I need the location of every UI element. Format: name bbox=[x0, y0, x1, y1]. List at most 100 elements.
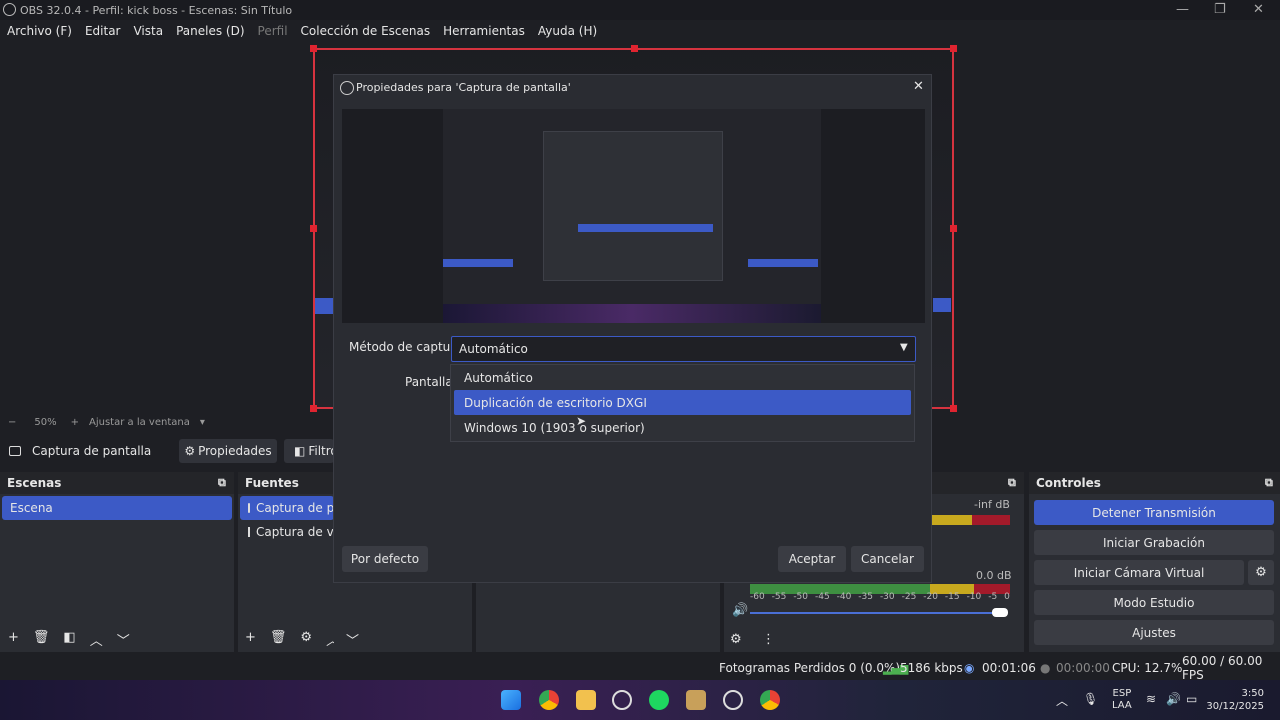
menu-archivo[interactable]: Archivo (F) bbox=[7, 24, 72, 38]
menu-vista[interactable]: Vista bbox=[133, 24, 163, 38]
trash-icon[interactable]: 🗑 bbox=[270, 630, 287, 649]
add-icon[interactable]: + bbox=[245, 630, 256, 649]
start-recording-button[interactable]: Iniciar Grabación bbox=[1034, 530, 1274, 555]
source-item[interactable]: Captura de pantalla bbox=[240, 496, 334, 520]
gear-icon[interactable]: ⚙ bbox=[300, 630, 312, 649]
fit-window-label[interactable]: Ajustar a la ventana bbox=[89, 417, 190, 428]
cancel-button[interactable]: Cancelar bbox=[851, 546, 924, 572]
volume-icon[interactable]: 🔊 bbox=[1166, 692, 1181, 706]
resize-handle[interactable] bbox=[950, 45, 957, 52]
chevron-down-icon[interactable]: ﹀ bbox=[117, 630, 130, 649]
menu-paneles[interactable]: Paneles (D) bbox=[176, 24, 244, 38]
dropdown-option[interactable]: Automático bbox=[451, 365, 914, 390]
volume-slider-track[interactable] bbox=[750, 612, 1006, 614]
resize-handle[interactable] bbox=[631, 45, 638, 52]
trash-icon[interactable]: 🗑 bbox=[33, 630, 50, 649]
dropdown-option-selected[interactable]: Duplicación de escritorio DXGI bbox=[454, 390, 911, 415]
menu-ayuda[interactable]: Ayuda (H) bbox=[538, 24, 597, 38]
menu-editar[interactable]: Editar bbox=[85, 24, 121, 38]
chevron-down-icon[interactable]: ﹀ bbox=[346, 630, 359, 649]
undock-icon[interactable]: ⧉ bbox=[1008, 476, 1016, 490]
chevron-up-icon[interactable]: ︿ bbox=[90, 630, 103, 649]
resize-handle[interactable] bbox=[310, 405, 317, 412]
chevron-up-icon[interactable]: ︿ bbox=[1056, 692, 1068, 709]
wifi-icon[interactable]: ≋ bbox=[1146, 692, 1156, 706]
nested-scene-selection bbox=[315, 298, 333, 314]
volume-slider-handle[interactable] bbox=[992, 608, 1008, 617]
undock-icon[interactable]: ⧉ bbox=[218, 476, 226, 490]
battery-icon[interactable]: ▭ bbox=[1186, 692, 1197, 706]
undock-icon[interactable]: ⧉ bbox=[1265, 476, 1273, 490]
resize-handle[interactable] bbox=[310, 225, 317, 232]
tick: -45 bbox=[814, 592, 830, 602]
controls-header: Controles ⧉ bbox=[1029, 472, 1280, 494]
properties-button[interactable]: ⚙ Propiedades bbox=[179, 439, 277, 463]
gear-icon[interactable]: ⚙ bbox=[1248, 560, 1274, 585]
gear-icon: ⚙ bbox=[184, 444, 196, 458]
folder-icon[interactable] bbox=[576, 690, 596, 710]
maximize-icon[interactable]: ❐ bbox=[1214, 2, 1226, 17]
chevron-down-icon[interactable]: ▾ bbox=[200, 417, 205, 428]
resize-handle[interactable] bbox=[950, 405, 957, 412]
resize-handle[interactable] bbox=[310, 45, 317, 52]
clock[interactable]: 3:50 30/12/2025 bbox=[1206, 687, 1264, 713]
scenes-header: Escenas ⧉ bbox=[0, 472, 234, 494]
windows-start-icon[interactable] bbox=[501, 690, 521, 710]
mouse-cursor-icon: ➤ bbox=[576, 414, 587, 428]
filter-icon[interactable]: ◧ bbox=[63, 630, 75, 649]
app-icon[interactable] bbox=[686, 690, 706, 710]
close-icon[interactable]: ✕ bbox=[913, 79, 924, 94]
dropdown-option[interactable]: Windows 10 (1903 o superior) bbox=[451, 415, 914, 440]
zoom-in-button[interactable]: + bbox=[71, 417, 79, 428]
monitor-icon bbox=[9, 446, 21, 456]
minimize-icon[interactable]: — bbox=[1176, 2, 1189, 17]
filter-icon: ◧ bbox=[294, 444, 306, 458]
tick: -40 bbox=[836, 592, 852, 602]
capture-method-select[interactable]: Automático ▼ bbox=[451, 336, 916, 362]
menu-perfil[interactable]: Perfil bbox=[258, 24, 288, 38]
sources-toolbar: + 🗑 ⚙ ︿ bbox=[245, 630, 334, 649]
status-bar: Fotogramas Perdidos 0 (0.0%) ▂▄▆ 5186 kb… bbox=[0, 654, 1280, 682]
menu-herramientas[interactable]: Herramientas bbox=[443, 24, 525, 38]
speedometer-icon[interactable] bbox=[612, 690, 632, 710]
properties-dialog: Propiedades para 'Captura de pantalla' ✕… bbox=[333, 74, 932, 583]
studio-mode-button[interactable]: Modo Estudio bbox=[1034, 590, 1274, 615]
menu-coleccion[interactable]: Colección de Escenas bbox=[301, 24, 431, 38]
menu-bar: Archivo (F) Editar Vista Paneles (D) Per… bbox=[0, 20, 1280, 42]
speaker-icon[interactable]: 🔊 bbox=[732, 603, 748, 618]
scenes-title: Escenas bbox=[7, 476, 62, 490]
gear-icon[interactable]: ⚙ bbox=[730, 632, 742, 647]
defaults-button[interactable]: Por defecto bbox=[342, 546, 428, 572]
meter-yellow bbox=[932, 515, 972, 525]
nested-control bbox=[748, 259, 818, 267]
scene-item[interactable]: Escena bbox=[2, 496, 232, 520]
filters-button[interactable]: ◧ Filtros bbox=[284, 439, 334, 463]
rec-time: 00:00:00 bbox=[1056, 661, 1110, 675]
nested-scene bbox=[443, 259, 513, 267]
settings-button[interactable]: Ajustes bbox=[1034, 620, 1274, 645]
language-indicator[interactable]: ESP LAA bbox=[1112, 688, 1132, 712]
tick: -25 bbox=[901, 592, 917, 602]
chrome-icon[interactable] bbox=[539, 690, 559, 710]
virtual-camera-button[interactable]: Iniciar Cámara Virtual bbox=[1034, 560, 1244, 585]
chevron-up-icon[interactable]: ︿ bbox=[326, 630, 334, 649]
more-icon[interactable]: ⋮ bbox=[762, 632, 775, 647]
zoom-out-button[interactable]: − bbox=[8, 417, 16, 428]
resize-handle[interactable] bbox=[950, 225, 957, 232]
add-icon[interactable]: + bbox=[8, 630, 19, 649]
source-item[interactable]: Captura de ventana bbox=[240, 520, 334, 544]
close-icon[interactable]: ✕ bbox=[1253, 2, 1264, 17]
mic-icon[interactable]: 🎙 bbox=[1083, 692, 1098, 706]
tick: -50 bbox=[793, 592, 809, 602]
chrome-icon[interactable] bbox=[760, 690, 780, 710]
tick: -30 bbox=[879, 592, 895, 602]
tick: -10 bbox=[966, 592, 982, 602]
stream-time: 00:01:06 bbox=[982, 661, 1036, 675]
stop-stream-button[interactable]: Detener Transmisión bbox=[1034, 500, 1274, 525]
chevron-down-icon: ▼ bbox=[900, 342, 908, 353]
nested-selection bbox=[578, 224, 713, 232]
nested-dialog bbox=[543, 131, 723, 281]
spotify-icon[interactable] bbox=[649, 690, 669, 710]
obs-icon[interactable] bbox=[723, 690, 743, 710]
accept-button[interactable]: Aceptar bbox=[778, 546, 846, 572]
